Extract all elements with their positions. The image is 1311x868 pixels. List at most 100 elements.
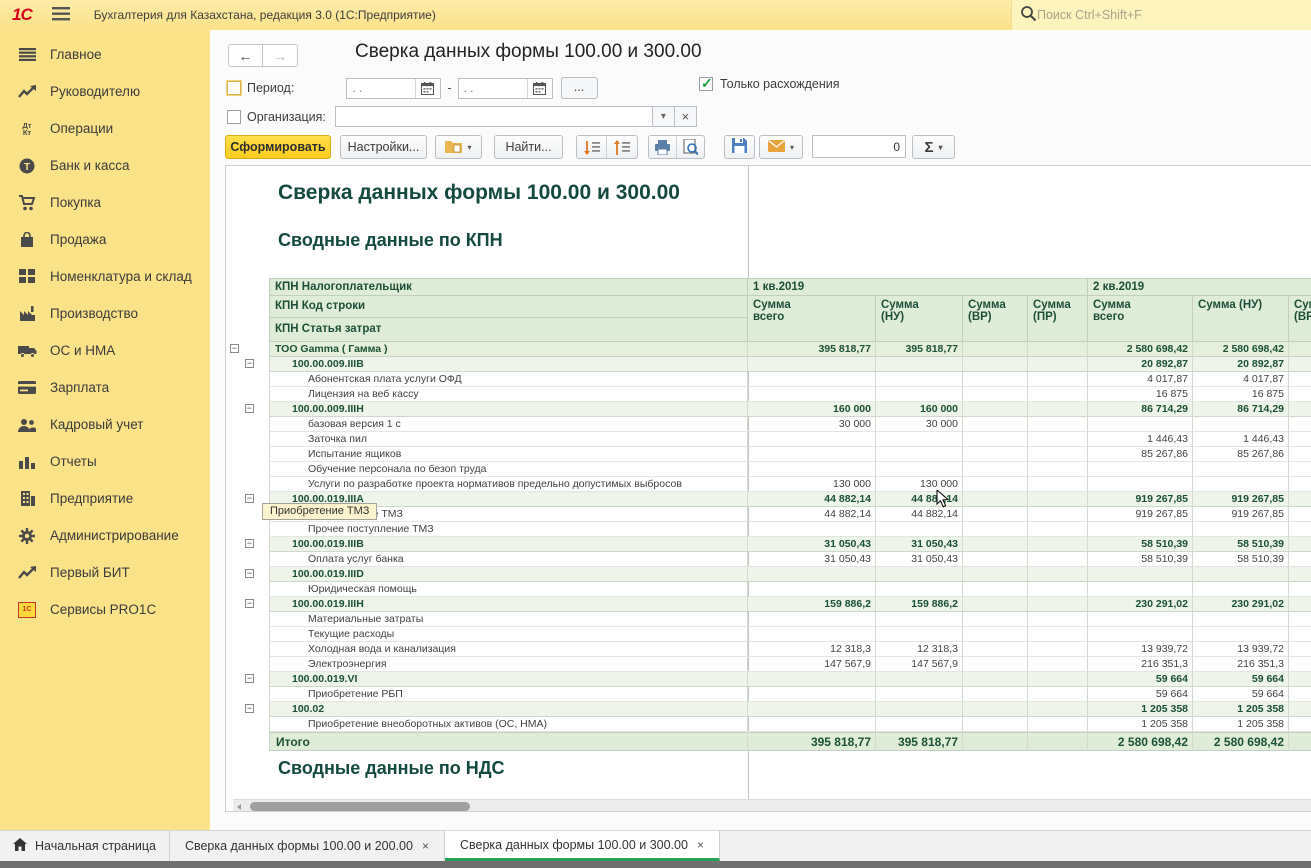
counter-field[interactable] xyxy=(812,135,906,158)
value-cell[interactable] xyxy=(876,582,963,597)
save-button[interactable] xyxy=(724,135,755,159)
value-cell[interactable]: 2 580 698,42 xyxy=(1193,342,1289,357)
value-cell[interactable] xyxy=(1088,462,1193,477)
sum-button[interactable]: Σ ▾ xyxy=(912,135,955,159)
value-cell[interactable] xyxy=(1289,732,1311,751)
value-cell[interactable]: 30 000 xyxy=(876,417,963,432)
value-cell[interactable] xyxy=(1028,357,1088,372)
value-cell[interactable] xyxy=(963,462,1028,477)
collapse-expander-icon[interactable]: − xyxy=(230,344,239,353)
value-cell[interactable] xyxy=(876,687,963,702)
scrollbar-thumb[interactable] xyxy=(250,802,470,811)
value-cell[interactable]: 147 567,9 xyxy=(748,657,876,672)
value-cell[interactable] xyxy=(1289,492,1311,507)
tab-home[interactable]: Начальная страница xyxy=(0,831,170,861)
value-cell[interactable]: 130 000 xyxy=(748,477,876,492)
value-cell[interactable]: 2 580 698,42 xyxy=(1088,342,1193,357)
value-cell[interactable]: 44 882,14 xyxy=(748,492,876,507)
value-cell[interactable] xyxy=(963,537,1028,552)
value-cell[interactable] xyxy=(1193,417,1289,432)
print-preview-icon[interactable] xyxy=(677,136,704,158)
value-cell[interactable] xyxy=(1028,432,1088,447)
value-cell[interactable]: 13 939,72 xyxy=(1193,642,1289,657)
value-cell[interactable]: 216 351,3 xyxy=(1193,657,1289,672)
value-cell[interactable] xyxy=(1289,537,1311,552)
value-cell[interactable] xyxy=(963,447,1028,462)
value-cell[interactable]: 20 892,87 xyxy=(1088,357,1193,372)
value-cell[interactable] xyxy=(963,507,1028,522)
period-to-input[interactable] xyxy=(459,81,527,95)
search-input[interactable] xyxy=(1037,8,1277,22)
value-cell[interactable] xyxy=(1193,462,1289,477)
horizontal-scrollbar[interactable] xyxy=(233,799,1311,812)
value-cell[interactable]: 85 267,86 xyxy=(1193,447,1289,462)
value-cell[interactable]: 919 267,85 xyxy=(1193,507,1289,522)
value-cell[interactable] xyxy=(1193,627,1289,642)
value-cell[interactable] xyxy=(1028,582,1088,597)
period-from-input[interactable] xyxy=(347,81,415,95)
collapse-groups-icon[interactable] xyxy=(577,136,607,158)
sidebar-item-servisy-pro1c[interactable]: 1С Сервисы PRO1C xyxy=(0,591,210,628)
value-cell[interactable]: 13 939,72 xyxy=(1088,642,1193,657)
table-row[interactable]: −100.00.019.IIIA44 882,1444 882,14919 26… xyxy=(226,492,1311,507)
value-cell[interactable] xyxy=(748,522,876,537)
sidebar-item-pervyj-bit[interactable]: Первый БИТ xyxy=(0,554,210,591)
settings-button[interactable]: Настройки... xyxy=(340,135,427,159)
global-search[interactable] xyxy=(1011,0,1311,30)
value-cell[interactable] xyxy=(1193,477,1289,492)
value-cell[interactable] xyxy=(748,357,876,372)
value-cell[interactable] xyxy=(963,612,1028,627)
table-row[interactable]: −ТОО Gamma ( Гамма )395 818,77395 818,77… xyxy=(226,342,1311,357)
collapse-expander-icon[interactable]: − xyxy=(245,404,254,413)
value-cell[interactable] xyxy=(963,582,1028,597)
value-cell[interactable] xyxy=(1028,492,1088,507)
value-cell[interactable] xyxy=(1028,687,1088,702)
value-cell[interactable] xyxy=(748,627,876,642)
value-cell[interactable]: 1 446,43 xyxy=(1193,432,1289,447)
value-cell[interactable] xyxy=(1028,717,1088,732)
tab-form-100-200[interactable]: Сверка данных формы 100.00 и 200.00 × xyxy=(170,831,445,861)
main-menu-icon[interactable] xyxy=(52,7,70,24)
sidebar-item-kadrovyj-uchet[interactable]: Кадровый учет xyxy=(0,406,210,443)
value-cell[interactable]: 395 818,77 xyxy=(876,342,963,357)
value-cell[interactable] xyxy=(876,627,963,642)
value-cell[interactable] xyxy=(1289,357,1311,372)
table-row[interactable]: Приобретение РБП59 66459 664 xyxy=(226,687,1311,702)
value-cell[interactable]: 919 267,85 xyxy=(1088,507,1193,522)
value-cell[interactable] xyxy=(876,717,963,732)
value-cell[interactable] xyxy=(1289,372,1311,387)
value-cell[interactable] xyxy=(963,477,1028,492)
organization-dropdown-icon[interactable]: ▾ xyxy=(653,106,675,127)
value-cell[interactable] xyxy=(963,342,1028,357)
table-row[interactable]: Юридическая помощь xyxy=(226,582,1311,597)
value-cell[interactable]: 919 267,85 xyxy=(1088,492,1193,507)
value-cell[interactable]: 147 567,9 xyxy=(876,657,963,672)
value-cell[interactable] xyxy=(1289,522,1311,537)
value-cell[interactable]: 31 050,43 xyxy=(876,537,963,552)
value-cell[interactable] xyxy=(748,687,876,702)
table-row[interactable]: −100.00.019.VI59 66459 664 xyxy=(226,672,1311,687)
tab-form-100-300[interactable]: Сверка данных формы 100.00 и 300.00 × xyxy=(445,831,720,861)
sidebar-item-prodazha[interactable]: Продажа xyxy=(0,221,210,258)
value-cell[interactable] xyxy=(1028,462,1088,477)
calendar-icon[interactable] xyxy=(527,79,551,98)
value-cell[interactable] xyxy=(1028,642,1088,657)
value-cell[interactable]: 2 580 698,42 xyxy=(1193,732,1289,751)
expand-groups-icon[interactable] xyxy=(607,136,637,158)
value-cell[interactable] xyxy=(1289,672,1311,687)
organization-checkbox[interactable] xyxy=(227,110,241,124)
value-cell[interactable] xyxy=(963,672,1028,687)
value-cell[interactable]: 1 446,43 xyxy=(1088,432,1193,447)
value-cell[interactable]: 12 318,3 xyxy=(876,642,963,657)
value-cell[interactable] xyxy=(1028,552,1088,567)
value-cell[interactable]: 59 664 xyxy=(1193,687,1289,702)
value-cell[interactable]: 85 267,86 xyxy=(1088,447,1193,462)
value-cell[interactable] xyxy=(1028,387,1088,402)
value-cell[interactable] xyxy=(1289,342,1311,357)
value-cell[interactable] xyxy=(748,612,876,627)
value-cell[interactable] xyxy=(1028,447,1088,462)
value-cell[interactable]: 395 818,77 xyxy=(748,342,876,357)
value-cell[interactable] xyxy=(963,717,1028,732)
collapse-expander-icon[interactable]: − xyxy=(245,674,254,683)
table-row[interactable]: −100.00.019.IIIB31 050,4331 050,4358 510… xyxy=(226,537,1311,552)
